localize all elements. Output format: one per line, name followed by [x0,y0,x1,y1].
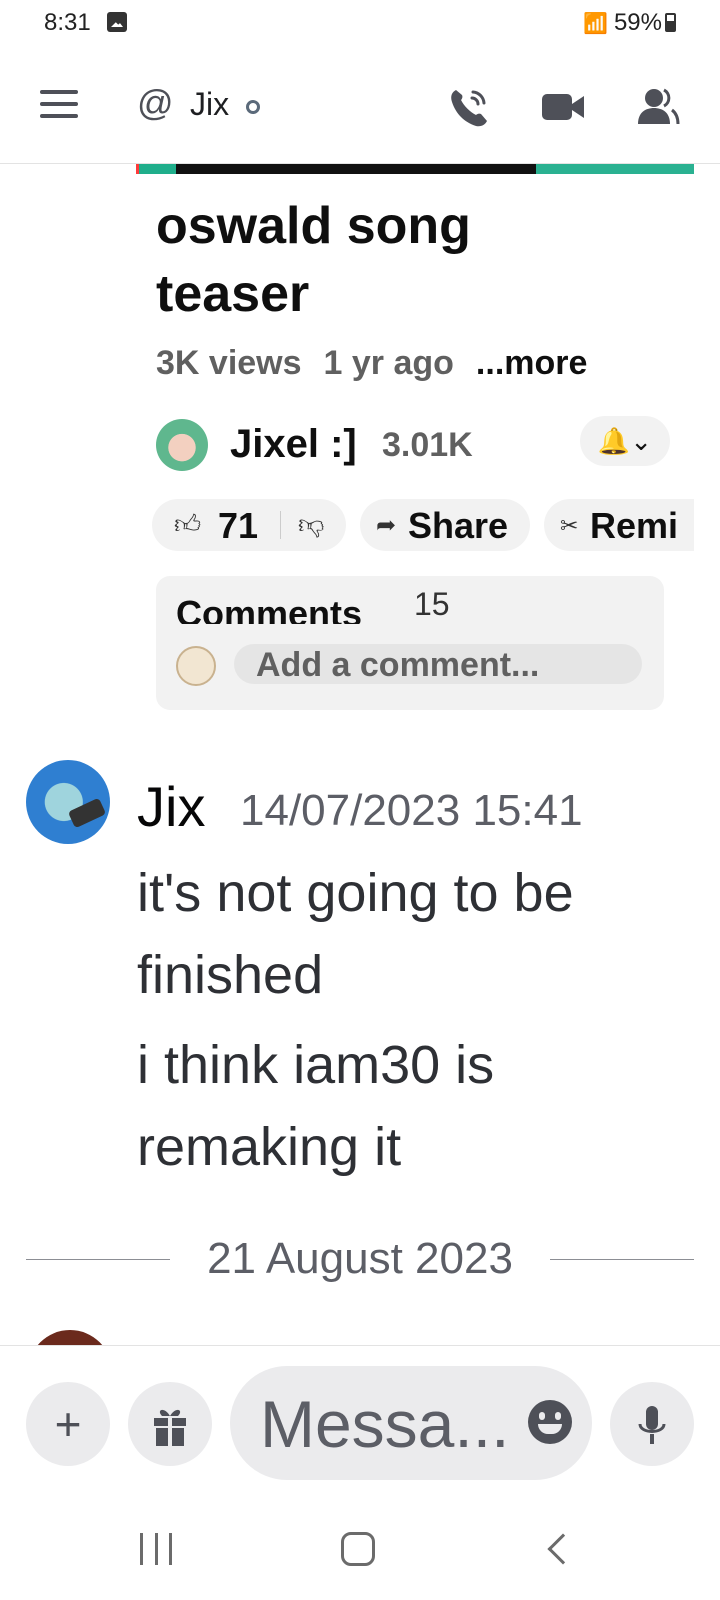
gift-icon [154,1409,186,1446]
like-count: 71 [218,505,259,546]
channel-name-yt: Jixel :] [230,422,357,466]
message-input[interactable]: Messa... [230,1366,592,1480]
comments-panel: Comments 15 Add a comment... [156,576,664,710]
video-age: 1 yr ago [323,344,454,382]
channel-header: @ Jix [0,52,720,164]
remix-label: Remi [590,505,679,546]
like-separator [280,511,281,539]
voice-message-button[interactable] [610,1382,694,1466]
status-time: 8:31 [44,9,91,36]
commenter-avatar [176,646,216,686]
message-text[interactable]: it's not going to be finished [137,852,697,1016]
share-label: Share [408,505,509,546]
home-icon[interactable] [341,1532,375,1566]
video-title: oswald song teaser [156,197,471,323]
attach-button[interactable]: + [26,1382,110,1466]
comments-count: 15 [414,586,450,622]
gift-button[interactable] [128,1382,212,1466]
status-indicators: 📶 59% [583,9,662,37]
video-meta: 3K views 1 yr ago ...more [156,344,587,383]
more-link: ...more [475,344,588,382]
gallery-notification-icon [107,12,127,32]
thumbs-down-icon: 👎︎ [298,509,325,539]
dm-at-icon: @ [137,82,174,123]
message-text[interactable]: i think iam30 is remaking it [137,1024,697,1188]
status-bar: 8:31 📶 59% [0,0,720,46]
divider-line [550,1259,694,1260]
message-placeholder: Messa... [260,1387,510,1461]
plus-icon: + [54,1398,82,1450]
view-count: 3K views [156,344,302,382]
attached-image[interactable]: oswald song teaser 3K views 1 yr ago ...mo… [136,164,694,724]
share-chip: ➦ Share [360,499,530,551]
members-icon[interactable] [634,84,680,130]
microphone-icon [638,1406,666,1444]
comments-label: Comments [176,593,363,624]
video-call-icon[interactable] [540,84,586,130]
message-author[interactable]: Jix [137,774,205,839]
bell-icon: 🔔⌄ [580,416,670,466]
channel-name[interactable]: Jix [190,86,229,123]
wifi-icon: 📶 [583,12,608,35]
message-timestamp: 14/07/2023 15:41 [240,786,583,835]
recent-apps-icon[interactable] [140,1533,172,1565]
menu-icon[interactable] [40,90,78,118]
thumbs-up-icon: 👍︎ [174,509,202,539]
battery-percent: 59% [613,9,662,36]
avatar[interactable] [26,760,110,844]
video-thumbnail-edge [136,164,694,174]
remix-chip: ✂ Remi [544,499,694,551]
battery-icon [665,13,676,32]
phone-call-icon[interactable] [446,84,492,130]
offline-status-icon [246,100,260,114]
share-arrow-icon: ➦ [376,512,397,539]
message-composer: + Messa... [0,1345,720,1485]
emoji-icon[interactable] [528,1400,572,1444]
like-dislike-bar: 👍︎ 71 👎︎ [152,499,346,551]
back-icon[interactable] [547,1533,579,1565]
subscriber-count: 3.01K [382,426,473,464]
add-comment-field: Add a comment... [234,644,642,684]
channel-avatar [156,419,208,471]
date-divider: 21 August 2023 [26,1234,694,1286]
remix-icon: ✂ [560,513,579,538]
system-nav-bar [0,1490,720,1600]
